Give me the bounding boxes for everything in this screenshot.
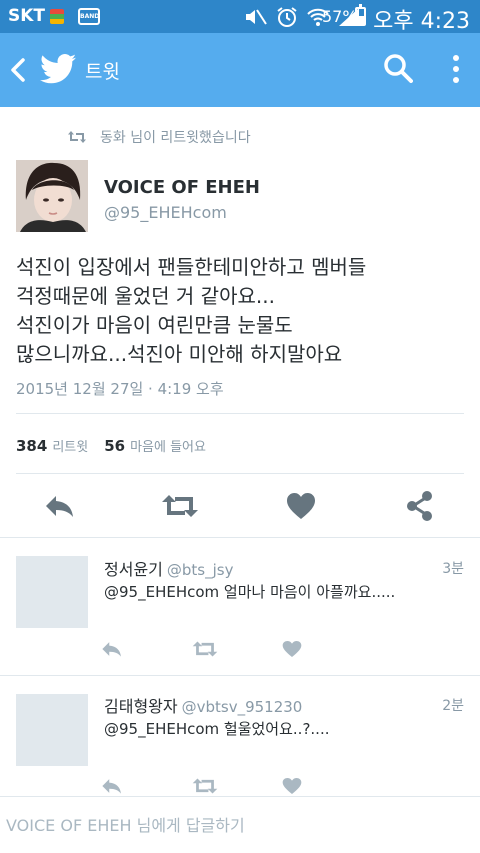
- overflow-menu-icon[interactable]: [446, 53, 466, 85]
- heart-icon[interactable]: [282, 777, 302, 795]
- tweet-text-line: 석진이 입장에서 팬들한테미안하고 멤버들: [16, 255, 367, 279]
- reply-author-name: 김태형왕자: [104, 697, 178, 716]
- tweet-actions: [0, 488, 480, 524]
- reply-text: @95_EHEHcom 헐울었어요..?....: [104, 720, 330, 738]
- divider: [0, 537, 480, 538]
- retweet-icon[interactable]: [192, 640, 218, 658]
- tweet-text-line: 많으니까요...석진아 미안해 하지말아요: [16, 342, 343, 366]
- divider: [0, 675, 480, 676]
- mute-icon: [246, 9, 267, 25]
- battery-icon: [355, 4, 366, 26]
- reply-time: 3분: [442, 561, 464, 577]
- reply-icon[interactable]: [101, 640, 123, 658]
- notification-app-icon: [50, 9, 64, 24]
- reply-time: 2분: [442, 698, 464, 714]
- tweet-text-line: 석진이가 마음이 여린만큼 눈물도: [16, 313, 293, 337]
- like-count[interactable]: 56: [104, 437, 125, 455]
- divider: [16, 413, 464, 414]
- retweet-count[interactable]: 384: [16, 437, 47, 455]
- tweet-timestamp: 2015년 12월 27일 · 4:19 오후: [16, 380, 224, 398]
- app-bar: 트윗: [0, 33, 480, 107]
- author-handle[interactable]: @95_EHEHcom: [104, 203, 227, 222]
- reply-input[interactable]: [6, 811, 474, 839]
- alarm-icon: [277, 7, 297, 27]
- twitter-bird-icon: [40, 53, 76, 84]
- reply-author-name: 정서윤기: [104, 560, 163, 579]
- like-count-label[interactable]: 마음에 들어요: [130, 436, 206, 455]
- reply-actions: [0, 640, 480, 660]
- reply-author[interactable]: 김태형왕자 @vbtsv_951230: [104, 693, 302, 717]
- author-avatar[interactable]: [16, 160, 88, 232]
- retweet-count-label[interactable]: 리트윗: [52, 436, 88, 455]
- tweet-stats: 384 리트윗 56 마음에 들어요: [16, 436, 206, 455]
- carrier-label: SKT: [8, 6, 46, 26]
- battery-percent: 57%: [322, 7, 358, 26]
- author-name[interactable]: VOICE OF EHEH: [104, 177, 260, 198]
- search-icon[interactable]: [383, 53, 413, 83]
- heart-icon[interactable]: [282, 640, 302, 658]
- reply-avatar[interactable]: [16, 556, 88, 628]
- reply-actions: [0, 777, 480, 797]
- share-icon[interactable]: [406, 488, 434, 524]
- reply-author[interactable]: 정서윤기 @bts_jsy: [104, 556, 233, 580]
- tweet-text: 석진이 입장에서 팬들한테미안하고 멤버들 걱정때문에 울었던 거 같아요...…: [16, 253, 466, 369]
- retweet-icon[interactable]: [192, 777, 218, 795]
- clock: 오후 4:23: [373, 9, 470, 34]
- reply-icon[interactable]: [44, 488, 76, 524]
- status-bar: SKT BAND 57% 오후 4:23: [0, 0, 480, 34]
- avatar-photo: [16, 160, 88, 232]
- reply-avatar[interactable]: [16, 694, 88, 766]
- retweet-icon[interactable]: [161, 488, 199, 524]
- tweet-text-line: 걱정때문에 울었던 거 같아요...: [16, 284, 275, 308]
- reply-text: @95_EHEHcom 얼마나 마음이 아플까요.....: [104, 583, 396, 601]
- divider: [16, 473, 464, 474]
- reply-author-handle: @vbtsv_951230: [181, 698, 303, 716]
- band-app-icon: BAND: [78, 8, 100, 25]
- retweet-context: 동화 님이 리트윗했습니다: [67, 127, 251, 147]
- page-title: 트윗: [85, 61, 120, 83]
- retweet-icon: [68, 131, 86, 143]
- reply-author-handle: @bts_jsy: [166, 561, 234, 579]
- retweet-context-label: 동화 님이 리트윗했습니다: [100, 130, 251, 146]
- reply-composer: [0, 796, 480, 853]
- heart-icon[interactable]: [286, 488, 316, 524]
- back-arrow-icon[interactable]: [8, 57, 28, 83]
- reply-icon[interactable]: [101, 777, 123, 795]
